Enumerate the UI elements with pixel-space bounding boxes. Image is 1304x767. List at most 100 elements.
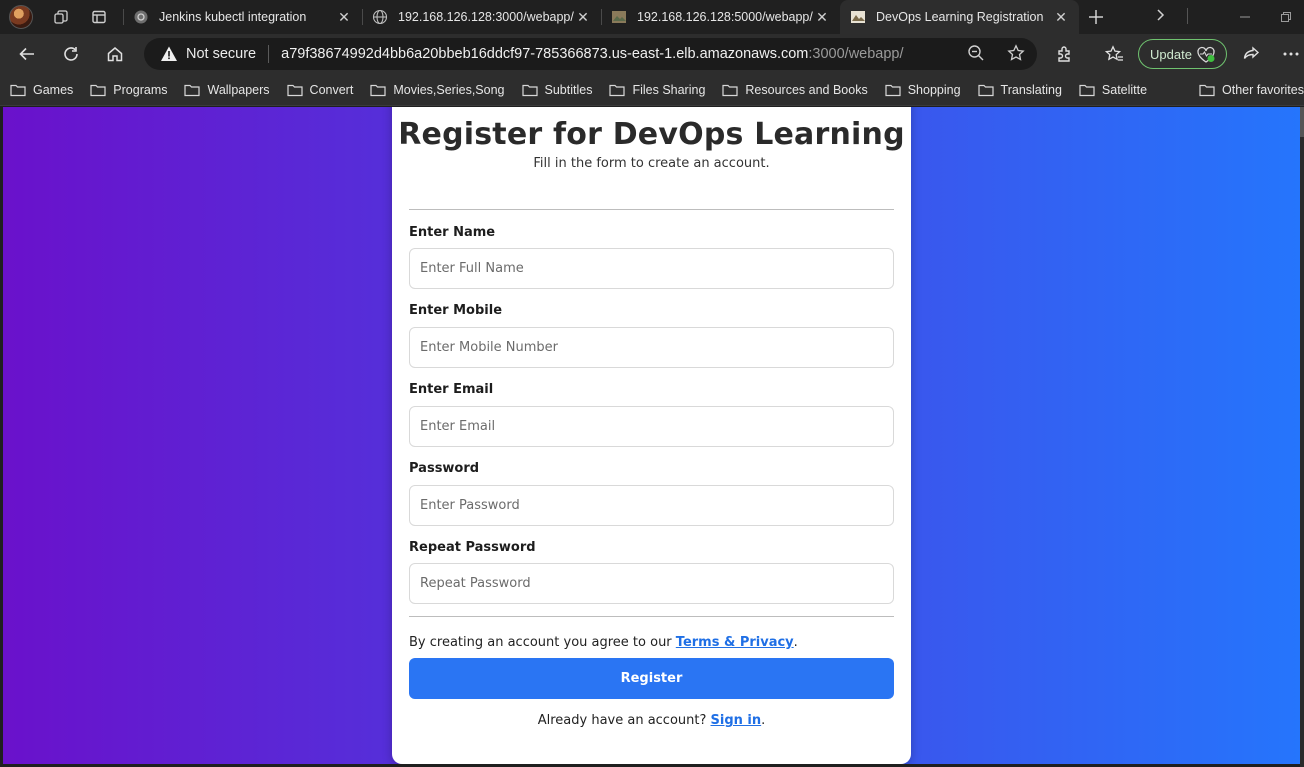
more-menu-icon[interactable]	[1278, 38, 1304, 70]
bookmarks-bar: Games Programs Wallpapers Convert Movies,Ser…	[0, 74, 1304, 106]
new-tab-button[interactable]	[1079, 0, 1113, 34]
page-subtitle: Fill in the form to create an account.	[533, 156, 770, 171]
restore-icon[interactable]	[1268, 0, 1304, 34]
folder-icon	[184, 84, 201, 96]
bookmark-label: Programs	[113, 82, 168, 97]
tab-title: Jenkins kubectl integration	[159, 10, 307, 24]
folder-icon	[1199, 84, 1215, 97]
email-input[interactable]	[409, 406, 894, 447]
terms-text: By creating an account you agree to our …	[409, 635, 798, 650]
folder-icon	[286, 84, 303, 96]
bookmark-folder[interactable]: Games	[10, 83, 73, 97]
signin-link[interactable]: Sign in	[711, 713, 762, 728]
divider	[409, 209, 894, 210]
folder-icon	[521, 84, 538, 96]
repeat-password-input[interactable]	[409, 563, 894, 604]
bookmark-label: Subtitles	[544, 82, 593, 97]
bookmark-label: Resources and Books	[745, 82, 868, 97]
favorites-icon[interactable]	[1096, 38, 1132, 70]
tab-title: 192.168.126.128:5000/webapp/	[637, 10, 813, 24]
close-icon[interactable]: ✕	[814, 9, 830, 25]
folder-icon	[10, 84, 26, 96]
share-icon[interactable]	[1233, 38, 1269, 70]
tab-title: 192.168.126.128:3000/webapp/	[398, 10, 574, 24]
signin-suffix: .	[761, 713, 766, 728]
chevron-right-icon[interactable]	[1155, 8, 1165, 27]
back-icon[interactable]	[9, 38, 45, 70]
close-icon[interactable]: ✕	[1053, 9, 1069, 25]
bookmark-folder[interactable]: Movies,Series,Song	[370, 82, 505, 97]
folder-icon	[90, 84, 106, 96]
divider	[1187, 8, 1188, 24]
tab-strip: Jenkins kubectl integration ✕ 192.168.12…	[0, 0, 1304, 34]
bookmark-folder[interactable]: Wallpapers	[184, 82, 270, 97]
minimize-icon[interactable]	[1222, 0, 1268, 34]
heart-pulse-icon	[1197, 46, 1215, 63]
mobile-input[interactable]	[409, 327, 894, 368]
bookmark-folder[interactable]: Convert	[286, 82, 354, 97]
home-icon[interactable]	[97, 38, 133, 70]
scrollbar[interactable]	[1300, 107, 1304, 767]
profile-avatar[interactable]	[9, 5, 33, 29]
browser-window: Jenkins kubectl integration ✕ 192.168.12…	[0, 0, 1304, 767]
bookmark-folder[interactable]: Files Sharing	[609, 83, 705, 97]
close-icon[interactable]: ✕	[336, 9, 352, 25]
bookmark-label: Translating	[1000, 82, 1062, 97]
url-host: a79f38674992d4bb6a20bbeb16ddcf97-7853668…	[281, 46, 809, 62]
tab-title: DevOps Learning Registration	[876, 10, 1044, 24]
tab-devops-registration[interactable]: DevOps Learning Registration ✕	[840, 0, 1079, 34]
bookmark-folder[interactable]: Satelitte	[1079, 83, 1147, 97]
refresh-icon[interactable]	[53, 38, 89, 70]
bookmark-other-favorites[interactable]: Other favorites	[1199, 74, 1304, 106]
folder-icon	[370, 84, 386, 96]
name-label: Enter Name	[409, 225, 496, 240]
bookmark-label: Movies,Series,Song	[393, 82, 505, 97]
bookmark-label: Other favorites	[1222, 83, 1304, 97]
tab-webapp-3000[interactable]: 192.168.126.128:3000/webapp/ ✕	[362, 0, 601, 34]
divider	[409, 616, 894, 617]
terms-suffix: .	[793, 635, 798, 650]
tab-webapp-5000[interactable]: 192.168.126.128:5000/webapp/ ✕	[601, 0, 840, 34]
password-input[interactable]	[409, 485, 894, 526]
bookmark-label: Games	[33, 82, 74, 97]
zoom-out-icon[interactable]	[967, 44, 985, 62]
vertical-tabs-icon[interactable]	[89, 7, 109, 27]
favorite-star-icon[interactable]	[1007, 44, 1025, 62]
signin-text: Already have an account? Sign in.	[392, 713, 911, 728]
folder-icon	[885, 84, 901, 96]
tab-jenkins[interactable]: Jenkins kubectl integration ✕	[123, 0, 362, 34]
workspaces-icon[interactable]	[51, 7, 71, 27]
registration-card: Register for DevOps Learning Fill in the…	[392, 107, 911, 764]
bookmark-folder[interactable]: Programs	[90, 83, 167, 97]
security-status[interactable]: Not secure	[186, 46, 256, 62]
image-icon	[851, 11, 865, 23]
bookmark-label: Files Sharing	[632, 82, 706, 97]
bookmark-folder[interactable]: Subtitles	[521, 82, 593, 97]
globe-icon	[372, 9, 388, 25]
signin-prefix: Already have an account?	[537, 713, 711, 728]
image-icon	[612, 11, 626, 23]
bookmark-label: Convert	[309, 82, 354, 97]
bookmark-folder[interactable]: Translating	[977, 82, 1062, 97]
folder-icon	[1079, 84, 1095, 96]
url-path: :3000/webapp/	[808, 46, 904, 62]
folder-icon	[722, 84, 739, 96]
name-input[interactable]	[409, 248, 894, 289]
bookmark-label: Wallpapers	[207, 82, 270, 97]
address-bar[interactable]: Not secure a79f38674992d4bb6a20bbeb16ddc…	[144, 38, 1037, 70]
register-button[interactable]: Register	[409, 658, 894, 699]
folder-icon	[609, 84, 626, 96]
mobile-label: Enter Mobile	[409, 303, 503, 318]
extensions-icon[interactable]	[1047, 38, 1083, 70]
warning-icon[interactable]	[160, 45, 178, 63]
update-label: Update	[1150, 46, 1192, 62]
bookmark-label: Shopping	[907, 82, 961, 97]
folder-icon	[977, 84, 994, 96]
bookmark-folder[interactable]: Shopping	[885, 83, 961, 97]
terms-prefix: By creating an account you agree to our	[409, 635, 676, 650]
update-button[interactable]: Update	[1138, 39, 1227, 69]
bookmark-folder[interactable]: Resources and Books	[722, 82, 868, 97]
terms-link[interactable]: Terms & Privacy	[676, 635, 794, 650]
close-icon[interactable]: ✕	[575, 9, 591, 25]
divider	[268, 45, 270, 63]
